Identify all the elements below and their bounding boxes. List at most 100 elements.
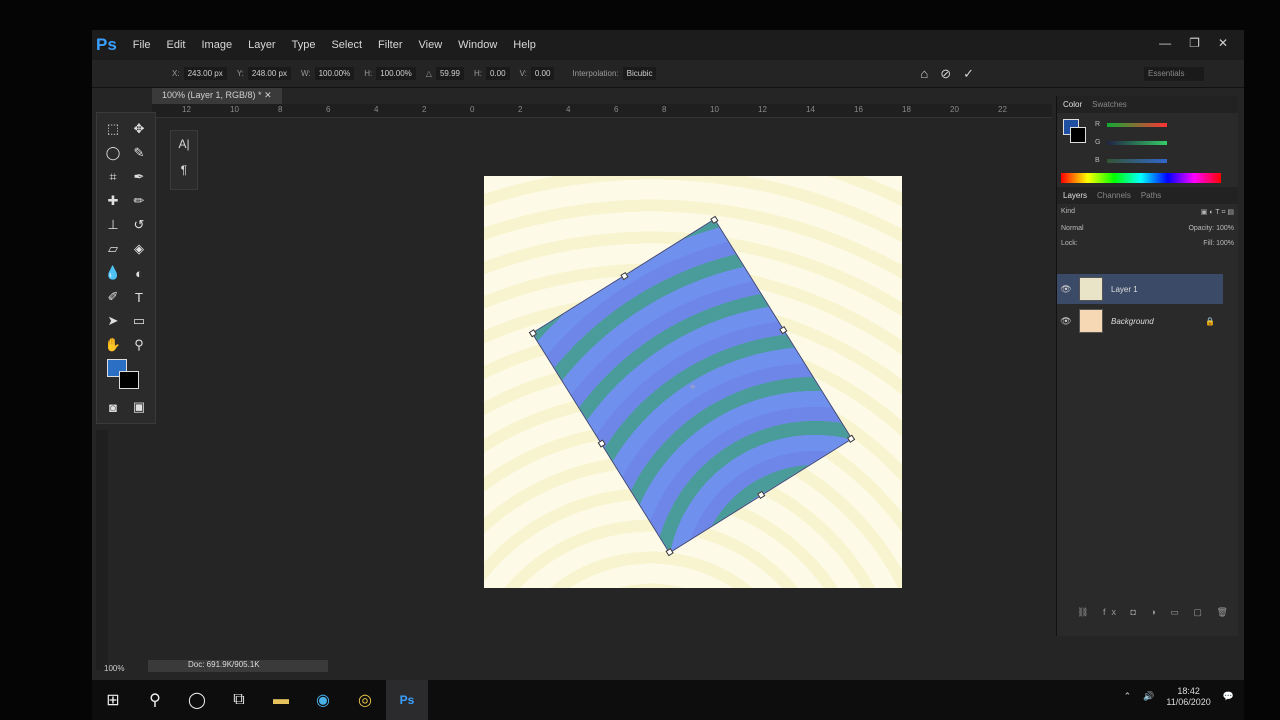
rectangle-tool-icon[interactable]: ▭ (127, 311, 151, 331)
notification-icon[interactable]: 💬 (1223, 691, 1234, 702)
angle-field[interactable]: 59.99 (435, 67, 464, 80)
search-icon[interactable]: ⚲ (134, 680, 176, 720)
fill-field[interactable]: 100% (1216, 240, 1234, 247)
menu-image[interactable]: Image (202, 39, 233, 51)
blur-tool-icon[interactable]: 💧 (101, 263, 125, 283)
eyedropper-tool-icon[interactable]: ✒ (127, 167, 151, 187)
dodge-tool-icon[interactable]: ◐ (127, 263, 151, 283)
filter-icons[interactable]: ▣ ◐ T ⌗ ▤ (1201, 208, 1234, 217)
commit-transform-icon[interactable]: ✓ (963, 66, 974, 82)
photoshop-taskbar-icon[interactable]: Ps (386, 680, 428, 720)
workspace-switcher[interactable]: Essentials (1144, 67, 1204, 81)
menu-help[interactable]: Help (513, 39, 536, 51)
eraser-tool-icon[interactable]: ▱ (101, 239, 125, 259)
close-button[interactable]: ✕ (1218, 36, 1228, 50)
crop-tool-icon[interactable]: ⌗ (101, 167, 125, 187)
move-tool-icon[interactable]: ✥ (127, 119, 151, 139)
tab-layers[interactable]: Layers (1063, 191, 1087, 200)
menu-window[interactable]: Window (458, 39, 497, 51)
menu-view[interactable]: View (419, 39, 443, 51)
type-tool-icon[interactable]: T (127, 287, 151, 307)
menu-filter[interactable]: Filter (378, 39, 402, 51)
brush-tool-icon[interactable]: ✏ (127, 191, 151, 211)
warp-icon[interactable]: ⌂ (920, 66, 928, 82)
tab-channels[interactable]: Channels (1097, 191, 1131, 200)
file-explorer-icon[interactable]: ▬ (260, 680, 302, 720)
tray-chevron-icon[interactable]: ⌃ (1124, 691, 1132, 702)
quick-select-tool-icon[interactable]: ✎ (127, 143, 151, 163)
tab-paths[interactable]: Paths (1141, 191, 1161, 200)
cortana-icon[interactable]: ◯ (176, 680, 218, 720)
layer-row-layer-1[interactable]: 👁 Layer 1 (1057, 274, 1223, 304)
paint-bucket-tool-icon[interactable]: ◈ (127, 239, 151, 259)
document-tab[interactable]: 100% (Layer 1, RGB/8) * ✕ (152, 88, 282, 104)
vskew-field[interactable]: 0.00 (530, 67, 555, 80)
chrome-browser-icon[interactable]: ◎ (344, 680, 386, 720)
minimize-button[interactable]: — (1159, 36, 1171, 50)
background-color-swatch[interactable] (119, 371, 139, 389)
menu-edit[interactable]: Edit (167, 39, 186, 51)
path-select-tool-icon[interactable]: ➤ (101, 311, 125, 331)
menu-type[interactable]: Type (292, 39, 316, 51)
quick-mask-icon[interactable]: ◙ (101, 397, 125, 417)
color-panel-background[interactable] (1070, 127, 1086, 143)
new-layer-icon[interactable]: ▢ (1193, 607, 1208, 617)
kind-filter[interactable]: Kind (1061, 208, 1075, 217)
width-field[interactable]: 100.00% (314, 67, 355, 80)
stamp-tool-icon[interactable]: ⊥ (101, 215, 125, 235)
task-view-icon[interactable]: ⧉ (218, 680, 260, 720)
hand-tool-icon[interactable]: ✋ (101, 335, 125, 355)
adjustment-layer-icon[interactable]: ◑ (1150, 607, 1161, 617)
reference-point-icon[interactable]: ⌖ (690, 382, 696, 393)
x-field[interactable]: 243.00 px (183, 67, 227, 80)
tab-color[interactable]: Color (1063, 100, 1082, 109)
add-mask-icon[interactable]: ◘ (1130, 607, 1141, 617)
delete-layer-icon[interactable]: 🗑 (1216, 607, 1233, 617)
restore-button[interactable]: ❐ (1189, 36, 1200, 50)
visibility-eye-icon[interactable]: 👁 (1057, 316, 1075, 327)
new-group-icon[interactable]: ▭ (1170, 607, 1185, 617)
red-slider[interactable] (1107, 123, 1167, 127)
windows-start-icon[interactable]: ⊞ (92, 680, 134, 720)
marquee-tool-icon[interactable]: ⬚ (101, 119, 125, 139)
zoom-tool-icon[interactable]: ⚲ (127, 335, 151, 355)
paragraph-panel-icon[interactable]: ¶ (171, 157, 197, 183)
color-spectrum[interactable] (1061, 173, 1221, 183)
cancel-transform-icon[interactable]: ⊘ (940, 66, 951, 82)
volume-icon[interactable]: 🔊 (1143, 691, 1154, 702)
hskew-field[interactable]: 0.00 (485, 67, 510, 80)
blue-slider[interactable] (1107, 159, 1167, 163)
ruler-tick-label: 22 (998, 105, 1007, 114)
healing-tool-icon[interactable]: ✚ (101, 191, 125, 211)
doc-size-info[interactable]: Doc: 691.9K/905.1K (148, 660, 328, 672)
interpolation-select[interactable]: Bicubic (622, 67, 657, 80)
pen-tool-icon[interactable]: ✐ (101, 287, 125, 307)
screen-mode-icon[interactable]: ▣ (127, 397, 151, 417)
clock[interactable]: 18:42 11/06/2020 (1166, 686, 1210, 708)
layer-name[interactable]: Layer 1 (1111, 285, 1138, 294)
y-field[interactable]: 248.00 px (247, 67, 291, 80)
edge-browser-icon[interactable]: ◉ (302, 680, 344, 720)
menu-file[interactable]: File (133, 39, 151, 51)
ruler-tick-label: 6 (326, 105, 331, 114)
menu-select[interactable]: Select (331, 39, 362, 51)
blend-mode-select[interactable]: Normal (1061, 225, 1084, 232)
character-panel-icon[interactable]: A| (171, 131, 197, 157)
zoom-level[interactable]: 100% (104, 664, 124, 673)
close-tab-icon[interactable]: ✕ (264, 90, 272, 100)
document-canvas[interactable]: ⌖ (484, 176, 902, 588)
tab-swatches[interactable]: Swatches (1092, 100, 1127, 109)
link-layers-icon[interactable]: ⛓ (1077, 607, 1094, 617)
height-field[interactable]: 100.00% (376, 67, 416, 80)
layer-row-background[interactable]: 👁 Background 🔒 (1057, 306, 1223, 336)
lasso-tool-icon[interactable]: ◯ (101, 143, 125, 163)
history-brush-tool-icon[interactable]: ↺ (127, 215, 151, 235)
opacity-field[interactable]: 100% (1216, 225, 1234, 232)
layer-style-icon[interactable]: fx (1103, 607, 1122, 617)
green-slider[interactable] (1107, 141, 1167, 145)
layer-name[interactable]: Background (1111, 317, 1154, 326)
visibility-eye-icon[interactable]: 👁 (1057, 284, 1075, 295)
menu-layer[interactable]: Layer (248, 39, 276, 51)
h-label: H: (364, 69, 373, 78)
transform-handle[interactable] (620, 271, 629, 281)
